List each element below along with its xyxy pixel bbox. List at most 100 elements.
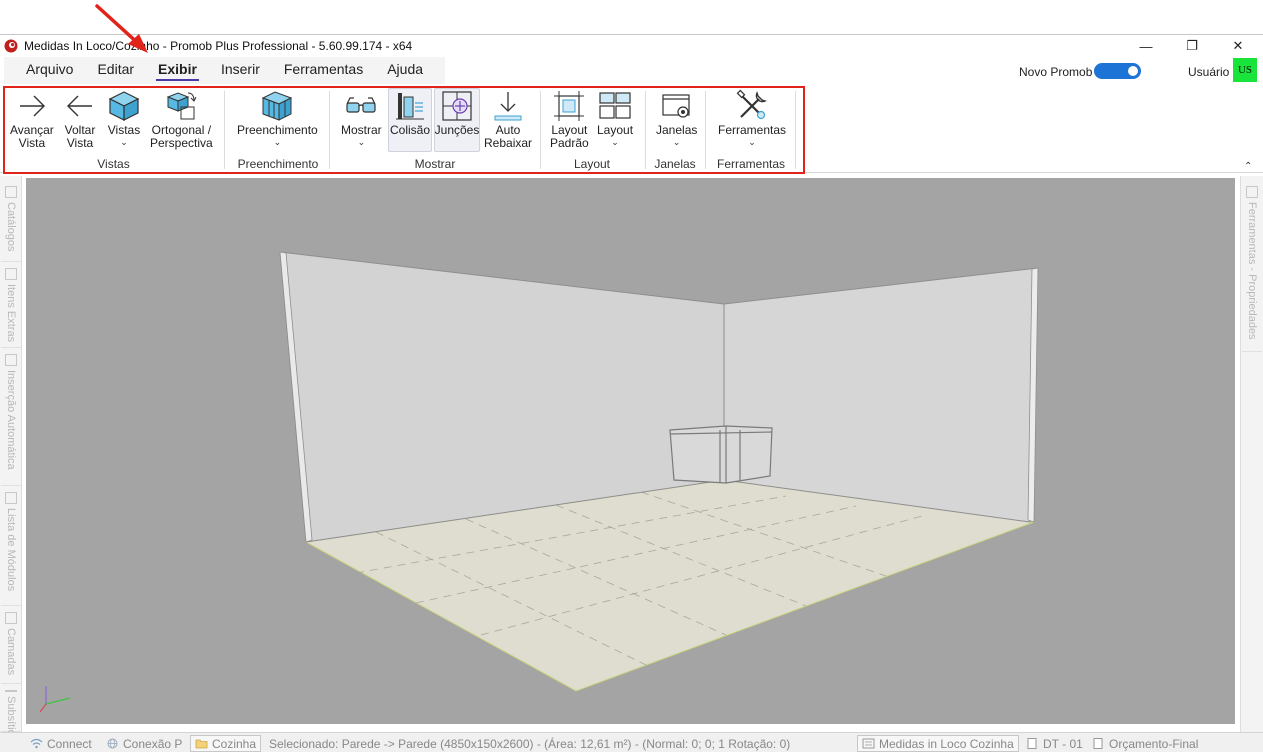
- axis-indicator-icon: [39, 686, 71, 713]
- catalog-icon: [5, 186, 17, 198]
- restore-button[interactable]: ❐: [1169, 35, 1215, 57]
- promob-logo-icon: [4, 39, 18, 52]
- group-label-vistas: Vistas: [97, 157, 130, 171]
- status-project[interactable]: Medidas in Loco Cozinha: [857, 735, 1019, 752]
- layers-icon: [5, 612, 17, 624]
- ribbon-collapse-button[interactable]: ⌃: [1244, 161, 1252, 172]
- janelas-button[interactable]: Janelas ⌄: [656, 89, 697, 147]
- project-icon: [862, 738, 875, 749]
- vistas-chevron-icon: ⌄: [120, 137, 128, 147]
- voltar-vista-button[interactable]: Voltar Vista: [63, 89, 97, 150]
- glasses-icon: [346, 97, 376, 113]
- layout-button[interactable]: Layout ⌄: [597, 89, 633, 147]
- novo-promob-toggle[interactable]: [1094, 63, 1141, 79]
- group-label-janelas: Janelas: [654, 157, 696, 171]
- status-connect[interactable]: Connect: [30, 735, 92, 752]
- preenchimento-label: Preenchimento: [237, 123, 318, 137]
- status-conexao[interactable]: Conexão P: [106, 735, 182, 752]
- group-separator: [224, 91, 225, 169]
- status-ambiente[interactable]: Cozinha: [190, 735, 262, 752]
- list-icon: [5, 492, 17, 504]
- wifi-icon: [30, 738, 43, 749]
- dock-tab-subsitio[interactable]: Subsítio: [1, 686, 21, 736]
- group-separator: [705, 91, 706, 169]
- user-avatar[interactable]: US: [1233, 58, 1257, 82]
- menu-tab-ferramentas[interactable]: Ferramentas: [272, 57, 375, 84]
- avancar-vista-label-2: Vista: [18, 136, 46, 150]
- right-dock-panel: Ferramentas - Propriedades: [1240, 176, 1263, 732]
- document-icon: [1027, 738, 1037, 749]
- group-separator: [645, 91, 646, 169]
- menu-tab-inserir[interactable]: Inserir: [209, 57, 272, 84]
- ortogonal-label-2: Perspectiva: [150, 136, 213, 150]
- colisao-button[interactable]: Colisão: [388, 88, 432, 152]
- right-wall[interactable]: [723, 267, 1039, 523]
- 3d-viewport[interactable]: [26, 178, 1235, 724]
- menu-tab-arquivo[interactable]: Arquivo: [14, 57, 85, 84]
- colisao-label: Colisão: [389, 123, 431, 137]
- group-label-layout: Layout: [573, 157, 611, 171]
- menu-tab-editar[interactable]: Editar: [85, 57, 146, 84]
- window-gear-icon: [662, 94, 690, 118]
- avancar-vista-button[interactable]: Avançar Vista: [10, 89, 54, 150]
- auto-rebaixar-label-2: Rebaixar: [484, 136, 533, 150]
- status-bar: Connect Conexão P Cozinha Selecionado: P…: [0, 732, 1263, 752]
- juncoes-label: Junções: [434, 123, 480, 137]
- dock-tab-catalogos[interactable]: Catálogos: [1, 182, 21, 262]
- arrow-left-icon: [67, 95, 92, 117]
- ortogonal-perspectiva-button[interactable]: Ortogonal / Perspectiva: [150, 89, 213, 150]
- status-orcamento[interactable]: Orçamento-Final: [1092, 735, 1198, 752]
- group-separator: [540, 91, 541, 169]
- ferramentas-label: Ferramentas: [718, 123, 787, 137]
- clip-icon: [5, 268, 17, 280]
- menu-tab-ajuda[interactable]: Ajuda: [375, 57, 435, 84]
- layout-grid-icon: [599, 92, 631, 119]
- menu-bar: Arquivo Editar Exibir Inserir Ferramenta…: [0, 57, 1263, 84]
- layout-padrao-label-2: Padrão: [550, 136, 589, 150]
- preenchimento-button[interactable]: Preenchimento ⌄: [237, 89, 318, 147]
- document-icon: [1093, 738, 1103, 749]
- group-label-preenchimento: Preenchimento: [237, 157, 319, 171]
- folder-icon: [195, 739, 208, 749]
- layout-chevron-icon: ⌄: [611, 137, 619, 147]
- module-cabinet[interactable]: [669, 425, 773, 484]
- menu-tabs: Arquivo Editar Exibir Inserir Ferramenta…: [4, 57, 446, 84]
- tools-icon: [736, 89, 767, 120]
- mostrar-button[interactable]: Mostrar ⌄: [341, 89, 382, 147]
- status-dt[interactable]: DT - 01: [1026, 735, 1083, 752]
- layout-frame-icon: [554, 91, 585, 121]
- 3d-scene[interactable]: [26, 178, 1235, 724]
- window-title: Medidas In Loco/Cozinho - Promob Plus Pr…: [24, 38, 413, 53]
- layout-label: Layout: [597, 123, 634, 137]
- arrow-down-bar-icon: [494, 92, 522, 121]
- dock-tab-lista-de-modulos[interactable]: Lista de Módulos: [1, 488, 21, 606]
- close-button[interactable]: ✕: [1215, 35, 1261, 57]
- minimize-button[interactable]: —: [1123, 35, 1169, 57]
- fill-box-icon: [262, 91, 293, 121]
- auto-rebaixar-button[interactable]: Auto Rebaixar: [484, 89, 532, 150]
- janelas-label: Janelas: [656, 123, 698, 137]
- cube-icon: [108, 91, 140, 121]
- dock-tab-camadas[interactable]: Camadas: [1, 608, 21, 684]
- juncoes-button[interactable]: Junções: [434, 88, 480, 152]
- ferramentas-chevron-icon: ⌄: [748, 137, 756, 147]
- preenchimento-chevron-icon: ⌄: [273, 137, 282, 147]
- dock-tab-itens-extras[interactable]: Itens Extras: [1, 264, 21, 348]
- voltar-vista-label-2: Vista: [66, 136, 94, 150]
- title-bar: Medidas In Loco/Cozinho - Promob Plus Pr…: [0, 34, 1263, 56]
- globe-icon: [107, 738, 118, 749]
- ferramentas-button[interactable]: Ferramentas ⌄: [718, 89, 786, 147]
- junctions-icon: [442, 91, 472, 121]
- menu-tab-exibir[interactable]: Exibir: [146, 57, 209, 84]
- vistas-label: Vistas: [107, 123, 141, 137]
- vistas-button[interactable]: Vistas ⌄: [107, 89, 141, 147]
- dock-tab-insercao-automatica[interactable]: Inserção Automática: [1, 350, 21, 486]
- dock-tab-ferramentas-propriedades[interactable]: Ferramentas - Propriedades: [1242, 182, 1262, 352]
- ortho-perspective-icon: [166, 92, 197, 120]
- janelas-chevron-icon: ⌄: [672, 137, 681, 147]
- arrow-right-icon: [19, 95, 45, 117]
- layout-padrao-button[interactable]: Layout Padrão: [550, 89, 589, 150]
- usuario-label: Usuário: [1188, 65, 1230, 79]
- status-selection: Selecionado: Parede -> Parede (4850x150x…: [269, 736, 791, 751]
- group-label-ferramentas: Ferramentas: [716, 157, 786, 171]
